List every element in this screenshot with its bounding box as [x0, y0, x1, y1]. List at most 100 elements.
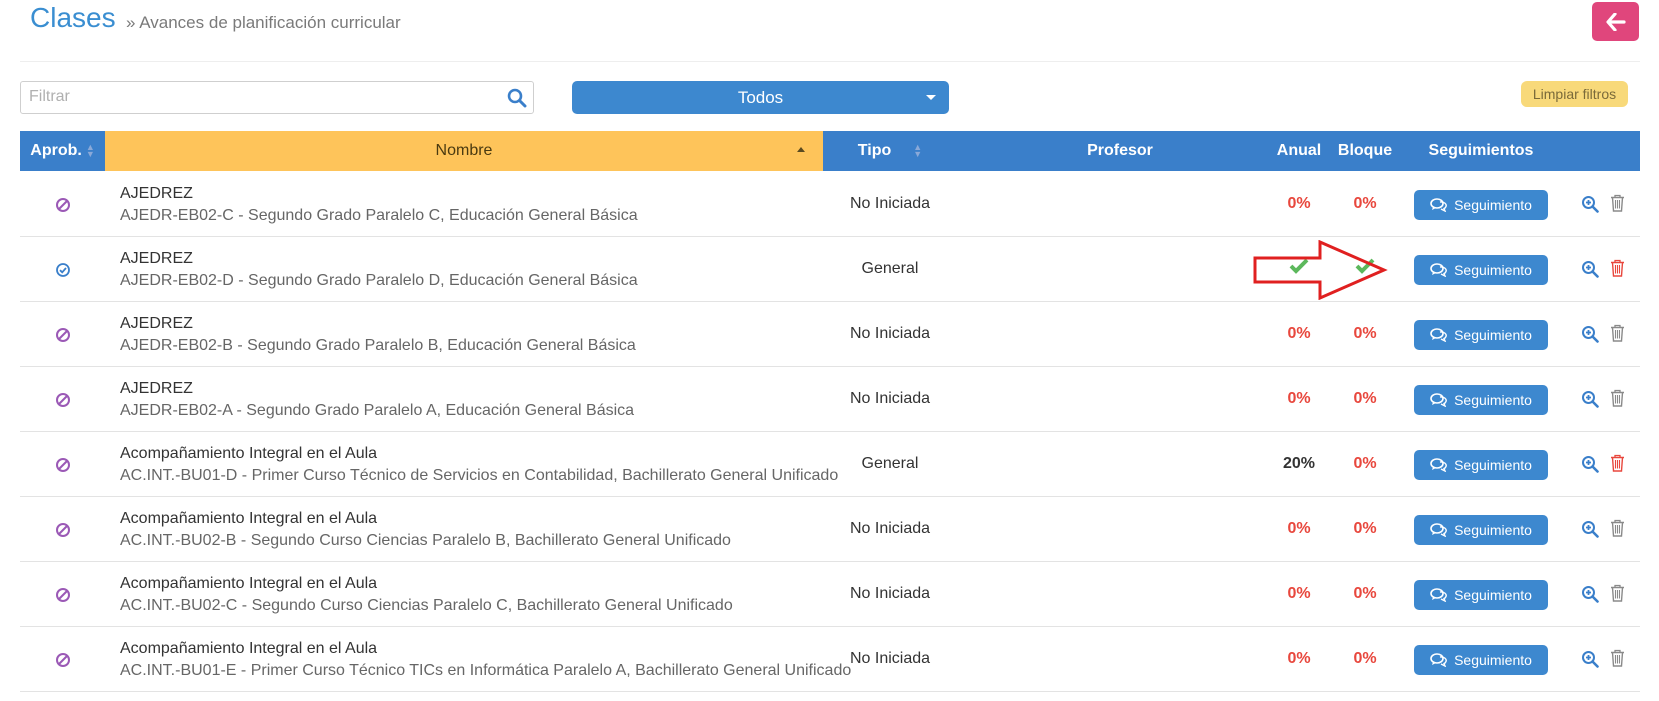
- comments-icon: [1430, 653, 1447, 667]
- class-type: No Iniciada: [849, 390, 931, 407]
- class-name: Acompañamiento Integral en el Aula: [120, 510, 378, 527]
- sort-icon: ▲ ▼: [913, 142, 923, 159]
- class-name: Acompañamiento Integral en el Aula: [120, 640, 378, 657]
- bloque-percent: 0%: [1353, 520, 1377, 537]
- class-detail: AC.INT.-BU01-D - Primer Curso Técnico de…: [120, 467, 839, 484]
- not-approved-ban-icon[interactable]: [55, 652, 71, 668]
- trash-icon[interactable]: [1610, 259, 1625, 277]
- not-approved-ban-icon[interactable]: [55, 392, 71, 408]
- type-filter-dropdown[interactable]: Todos: [572, 81, 949, 114]
- not-approved-ban-icon[interactable]: [55, 587, 71, 603]
- class-detail: AJEDR-EB02-B - Segundo Grado Paralelo B,…: [120, 337, 636, 354]
- col-profesor[interactable]: Profesor: [1060, 131, 1180, 171]
- anual-percent: 0%: [1287, 325, 1311, 342]
- class-type: General: [861, 260, 919, 277]
- caret-down-icon: [926, 95, 936, 100]
- header-divider: [20, 61, 1640, 62]
- trash-icon[interactable]: [1610, 324, 1625, 342]
- table-row: AJEDREZ AJEDR-EB02-A - Segundo Grado Para…: [20, 368, 1640, 432]
- class-type: No Iniciada: [849, 585, 931, 602]
- zoom-in-icon[interactable]: [1581, 325, 1599, 343]
- seguimiento-button[interactable]: Seguimiento: [1414, 190, 1548, 220]
- col-bloque[interactable]: Bloque: [1335, 131, 1395, 171]
- annotation-arrow-icon: [1253, 240, 1388, 300]
- bloque-percent: 0%: [1353, 195, 1377, 212]
- trash-icon[interactable]: [1610, 584, 1625, 602]
- class-detail: AJEDR-EB02-D - Segundo Grado Paralelo D,…: [120, 272, 638, 289]
- comments-icon: [1430, 588, 1447, 602]
- class-name: AJEDREZ: [120, 380, 193, 397]
- page-header: Clases » Avances de planificación curric…: [0, 0, 1659, 60]
- search-icon[interactable]: [507, 88, 527, 108]
- sort-ascending-icon: [797, 147, 805, 152]
- not-approved-ban-icon[interactable]: [55, 522, 71, 538]
- col-seguimientos[interactable]: Seguimientos: [1414, 131, 1548, 171]
- anual-percent: 0%: [1287, 390, 1311, 407]
- seguimiento-button[interactable]: Seguimiento: [1414, 450, 1548, 480]
- dropdown-selected-value: Todos: [737, 87, 784, 107]
- class-name: Acompañamiento Integral en el Aula: [120, 445, 378, 462]
- zoom-in-icon[interactable]: [1581, 585, 1599, 603]
- seguimiento-button[interactable]: Seguimiento: [1414, 645, 1548, 675]
- class-detail: AJEDR-EB02-A - Segundo Grado Paralelo A,…: [120, 402, 635, 419]
- breadcrumb[interactable]: » Avances de planificación curricular: [126, 13, 401, 33]
- anual-percent: 20%: [1282, 455, 1316, 472]
- not-approved-ban-icon[interactable]: [55, 457, 71, 473]
- seguimiento-label: Seguimiento: [1454, 327, 1532, 343]
- bloque-percent: 0%: [1353, 325, 1377, 342]
- class-type: No Iniciada: [849, 325, 931, 342]
- seguimiento-button[interactable]: Seguimiento: [1414, 255, 1548, 285]
- not-approved-ban-icon[interactable]: [55, 327, 71, 343]
- not-approved-ban-icon[interactable]: [55, 197, 71, 213]
- comments-icon: [1430, 263, 1447, 277]
- zoom-in-icon[interactable]: [1581, 455, 1599, 473]
- table-row: Acompañamiento Integral en el Aula AC.INT…: [20, 433, 1640, 497]
- col-nombre[interactable]: Nombre: [105, 131, 823, 171]
- comments-icon: [1430, 458, 1447, 472]
- zoom-in-icon[interactable]: [1581, 260, 1599, 278]
- col-aprob[interactable]: Aprob. ▲ ▼: [20, 131, 105, 171]
- table-row: Acompañamiento Integral en el Aula AC.INT…: [20, 628, 1640, 692]
- filter-field[interactable]: [20, 81, 534, 114]
- page-title: Clases: [30, 2, 116, 33]
- table-row: Acompañamiento Integral en el Aula AC.INT…: [20, 498, 1640, 562]
- col-tipo[interactable]: Tipo ▲ ▼: [835, 131, 945, 171]
- anual-percent: 0%: [1287, 195, 1311, 212]
- comments-icon: [1430, 328, 1447, 342]
- trash-icon[interactable]: [1610, 194, 1625, 212]
- class-detail: AC.INT.-BU02-C - Segundo Curso Ciencias …: [120, 597, 733, 614]
- zoom-in-icon[interactable]: [1581, 520, 1599, 538]
- bloque-percent: 0%: [1353, 585, 1377, 602]
- clear-filters-button[interactable]: Limpiar filtros: [1521, 81, 1628, 107]
- class-detail: AC.INT.-BU02-B - Segundo Curso Ciencias …: [120, 532, 731, 549]
- trash-icon[interactable]: [1610, 519, 1625, 537]
- anual-percent: 0%: [1287, 585, 1311, 602]
- zoom-in-icon[interactable]: [1581, 195, 1599, 213]
- zoom-in-icon[interactable]: [1581, 390, 1599, 408]
- sort-icon: ▲ ▼: [85, 142, 95, 159]
- col-tipo-label: Tipo: [857, 142, 892, 159]
- anual-percent: 0%: [1287, 520, 1311, 537]
- seguimiento-label: Seguimiento: [1454, 392, 1532, 408]
- trash-icon[interactable]: [1610, 454, 1625, 472]
- comments-icon: [1430, 393, 1447, 407]
- seguimiento-button[interactable]: Seguimiento: [1414, 320, 1548, 350]
- class-type: No Iniciada: [849, 650, 931, 667]
- back-button[interactable]: [1592, 2, 1639, 41]
- filter-input[interactable]: [21, 82, 507, 112]
- seguimiento-button[interactable]: Seguimiento: [1414, 515, 1548, 545]
- seguimiento-button[interactable]: Seguimiento: [1414, 580, 1548, 610]
- class-name: AJEDREZ: [120, 315, 193, 332]
- col-anual[interactable]: Anual: [1269, 131, 1329, 171]
- zoom-in-icon[interactable]: [1581, 650, 1599, 668]
- approved-check-icon[interactable]: [55, 262, 71, 278]
- comments-icon: [1430, 523, 1447, 537]
- seguimiento-button[interactable]: Seguimiento: [1414, 385, 1548, 415]
- class-name: AJEDREZ: [120, 185, 193, 202]
- class-type: No Iniciada: [849, 520, 931, 537]
- class-type: General: [861, 455, 919, 472]
- trash-icon[interactable]: [1610, 649, 1625, 667]
- seguimiento-label: Seguimiento: [1454, 262, 1532, 278]
- table-row: Acompañamiento Integral en el Aula AC.INT…: [20, 563, 1640, 627]
- trash-icon[interactable]: [1610, 389, 1625, 407]
